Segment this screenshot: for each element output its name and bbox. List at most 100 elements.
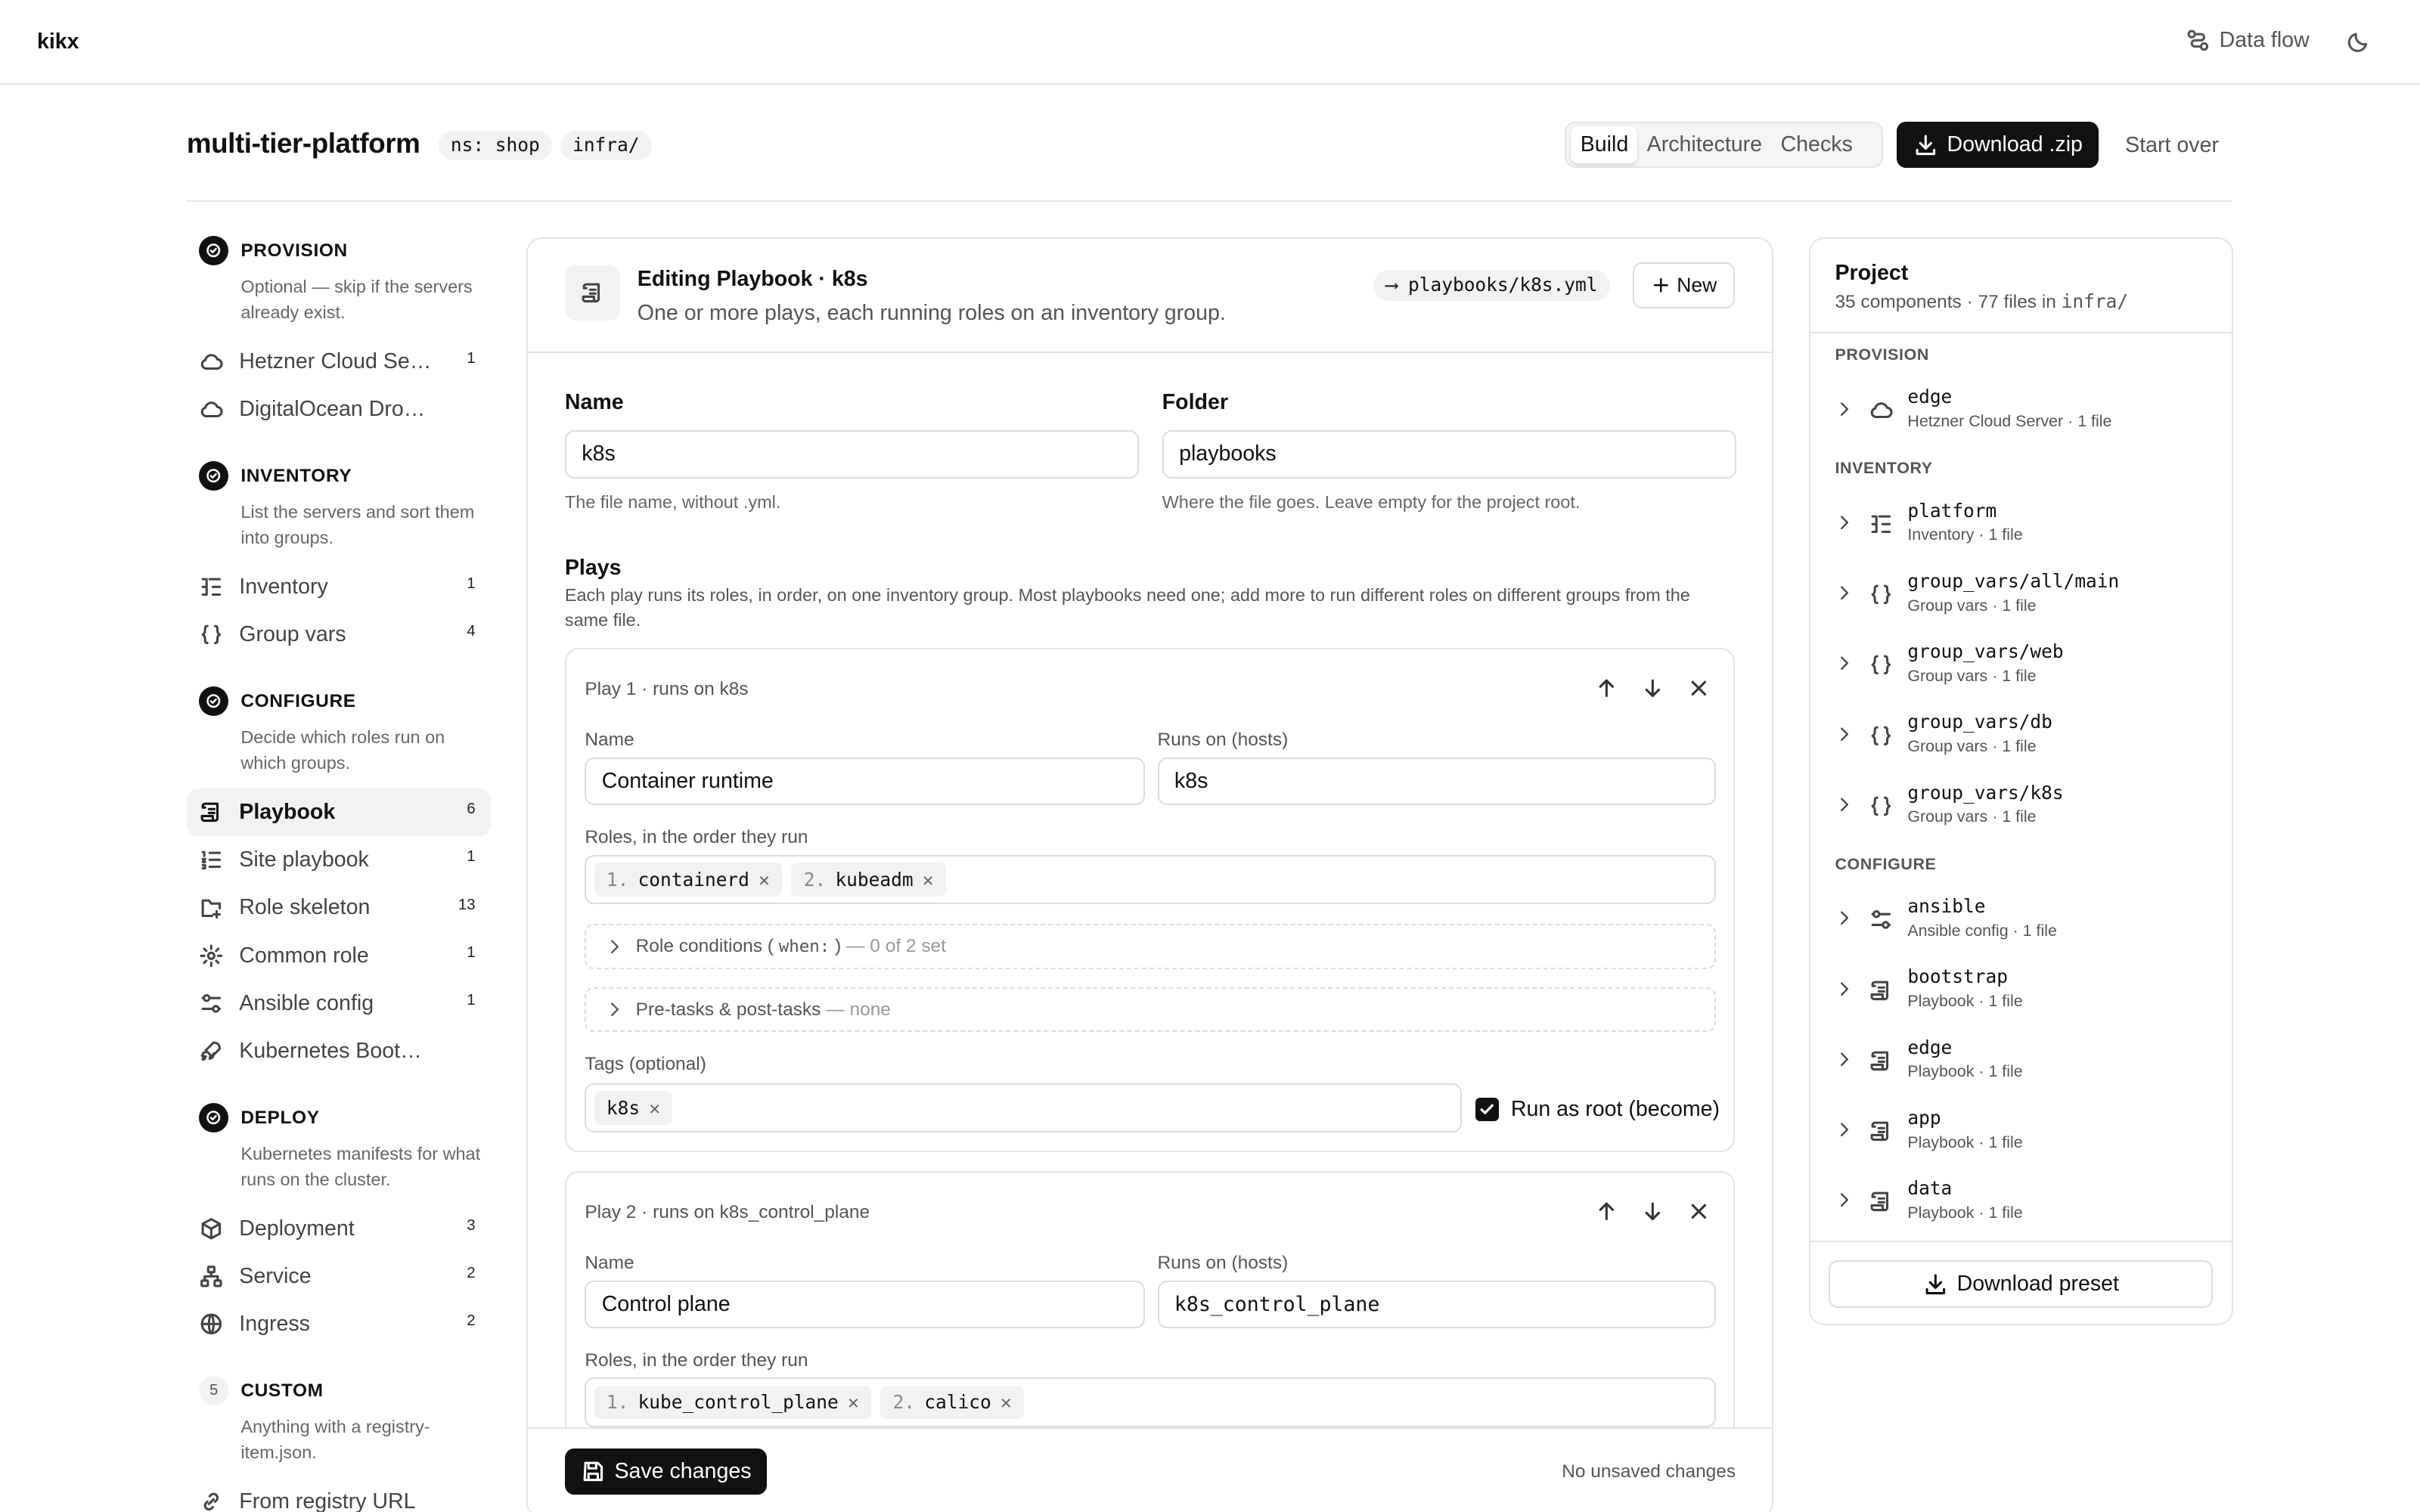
tab-checks[interactable]: Checks xyxy=(1771,126,1862,163)
roles-input[interactable]: 1. kube_control_plane ✕ 2. calico ✕ xyxy=(585,1377,1717,1427)
chevron-right-icon[interactable] xyxy=(1835,513,1853,531)
chevron-right-icon[interactable] xyxy=(1835,584,1853,602)
component-meta: Playbook · 1 file xyxy=(1907,1203,2023,1222)
chevron-right-icon[interactable] xyxy=(1835,1050,1853,1068)
component-name: group_vars/db xyxy=(1907,711,2052,733)
role-conditions-toggle[interactable]: Role conditions ( when: ) — 0 of 2 set xyxy=(585,924,1717,969)
component-item[interactable]: group_vars/all/main Group vars · 1 file xyxy=(1835,567,2213,629)
tab-architecture[interactable]: Architecture xyxy=(1637,126,1771,163)
component-item[interactable]: edge Hetzner Cloud Server · 1 file xyxy=(1835,383,2213,445)
component-item[interactable]: platform Inventory · 1 file xyxy=(1835,496,2213,558)
theme-toggle[interactable] xyxy=(2346,29,2371,54)
save-icon xyxy=(583,1462,603,1482)
role-chip: 2. kubeadm ✕ xyxy=(791,862,946,897)
component-item[interactable]: data Playbook · 1 file xyxy=(1835,1174,2213,1236)
component-item[interactable]: edge Playbook · 1 file xyxy=(1835,1033,2213,1095)
pre-post-tasks-toggle[interactable]: Pre-tasks & post-tasks — none xyxy=(585,987,1717,1033)
remove-icon[interactable]: ✕ xyxy=(848,1391,859,1413)
chevron-right-icon[interactable] xyxy=(1835,795,1853,813)
remove-icon[interactable]: ✕ xyxy=(759,869,770,891)
component-item[interactable]: ansible Ansible config · 1 file xyxy=(1835,892,2213,954)
start-over-button[interactable]: Start over xyxy=(2125,133,2219,158)
component-item[interactable]: group_vars/db Group vars · 1 file xyxy=(1835,708,2213,770)
section-configure: CONFIGURE xyxy=(187,682,491,725)
tab-build[interactable]: Build xyxy=(1571,126,1638,164)
close-icon[interactable] xyxy=(1686,676,1711,701)
arrow-up-icon[interactable] xyxy=(1594,1199,1619,1224)
save-changes-button[interactable]: Save changes xyxy=(564,1448,768,1495)
tags-input[interactable]: k8s ✕ xyxy=(585,1083,1462,1132)
sidebar-item-ansible-config[interactable]: Ansible config 1 xyxy=(187,980,491,1027)
sidebar-item-label: From registry URL xyxy=(239,1489,416,1512)
close-icon[interactable] xyxy=(1686,1199,1711,1224)
chevron-right-icon[interactable] xyxy=(1835,909,1853,927)
new-button[interactable]: New xyxy=(1633,262,1735,309)
sidebar-item-from-registry-url[interactable]: From registry URL xyxy=(187,1478,491,1512)
download-zip-button[interactable]: Download .zip xyxy=(1897,122,2099,169)
play-hosts-input[interactable]: k8s xyxy=(1157,757,1717,806)
project-panel-title: Project xyxy=(1835,260,1909,285)
folder-input[interactable]: playbooks xyxy=(1162,430,1736,479)
sidebar-item-digitalocean-droplet[interactable]: DigitalOcean Droplet xyxy=(187,386,491,433)
roles-input[interactable]: 1. containerd ✕ 2. kubeadm ✕ xyxy=(585,854,1717,904)
brand-logo[interactable]: kikx xyxy=(37,29,79,54)
arrow-down-icon[interactable] xyxy=(1640,676,1665,701)
rocket-icon xyxy=(200,1041,222,1061)
component-item[interactable]: group_vars/k8s Group vars · 1 file xyxy=(1835,779,2213,841)
sidebar-item-service[interactable]: Service 2 xyxy=(187,1253,491,1300)
cloud-icon xyxy=(200,401,223,418)
remove-icon[interactable]: ✕ xyxy=(1001,1391,1012,1413)
sidebar-item-common-role[interactable]: Common role 1 xyxy=(187,931,491,979)
save-changes-label: Save changes xyxy=(614,1459,752,1484)
sidebar-item-deployment[interactable]: Deployment 3 xyxy=(187,1205,491,1253)
sidebar-item-label: Playbook xyxy=(239,799,336,824)
sidebar-item-inventory[interactable]: Inventory 1 xyxy=(187,563,491,611)
sidebar-item-kubernetes-bootstrap[interactable]: Kubernetes Bootstrap xyxy=(187,1027,491,1075)
sidebar-item-label: Deployment xyxy=(239,1216,355,1241)
become-checkbox[interactable]: Run as root (become) xyxy=(1475,1097,1720,1122)
component-name: edge xyxy=(1907,386,1953,408)
plays-title: Plays xyxy=(564,555,622,580)
role-chip: 1. kube_control_plane ✕ xyxy=(594,1385,872,1420)
sidebar-item-site-playbook[interactable]: Site playbook 1 xyxy=(187,836,491,884)
component-item[interactable]: group_vars/web Group vars · 1 file xyxy=(1835,637,2213,699)
component-name: ansible xyxy=(1907,895,1986,918)
chevron-right-icon[interactable] xyxy=(1835,1120,1853,1139)
play-name-input[interactable]: Control plane xyxy=(585,1280,1146,1329)
component-item[interactable]: app Playbook · 1 file xyxy=(1835,1104,2213,1166)
data-flow-link[interactable]: Data flow xyxy=(2186,28,2310,53)
check-circle-icon xyxy=(199,461,228,491)
playbook-editor: Editing Playbook · k8s One or more plays… xyxy=(526,237,1773,1512)
sidebar-item-label: Role skeleton xyxy=(239,895,371,920)
play-hosts-input[interactable]: k8s_control_plane xyxy=(1157,1280,1717,1329)
chevron-right-icon[interactable] xyxy=(1835,1191,1853,1209)
component-item[interactable]: bootstrap Playbook · 1 file xyxy=(1835,962,2213,1024)
checkbox-checked-icon[interactable] xyxy=(1475,1098,1499,1121)
sidebar-item-group-vars[interactable]: Group vars 4 xyxy=(187,611,491,658)
folder-label: Folder xyxy=(1162,390,1228,415)
download-preset-button[interactable]: Download preset xyxy=(1829,1260,2214,1309)
sidebar-item-playbook[interactable]: Playbook 6 xyxy=(186,788,491,836)
sidebar-item-label: Site playbook xyxy=(239,847,369,872)
save-bar: Save changes No unsaved changes xyxy=(527,1427,1772,1512)
remove-icon[interactable]: ✕ xyxy=(923,869,934,891)
section-description: Optional — skip if the servers already e… xyxy=(240,277,473,322)
tree-list-icon xyxy=(201,578,222,596)
arrow-down-icon[interactable] xyxy=(1640,1199,1665,1224)
section-title: DEPLOY xyxy=(240,1108,320,1129)
sidebar-item-hetzner-cloud-server[interactable]: Hetzner Cloud Server 1 xyxy=(187,338,491,386)
sidebar-item-role-skeleton[interactable]: Role skeleton 13 xyxy=(187,884,491,931)
chevron-right-icon[interactable] xyxy=(1835,400,1853,418)
arrow-up-icon[interactable] xyxy=(1594,676,1619,701)
editor-title: Editing Playbook · k8s xyxy=(637,267,868,292)
name-input[interactable]: k8s xyxy=(564,430,1140,479)
chevron-right-icon[interactable] xyxy=(1835,654,1853,672)
chevron-right-icon[interactable] xyxy=(1835,725,1853,743)
sidebar-item-ingress[interactable]: Ingress 2 xyxy=(187,1300,491,1348)
chevron-right-icon[interactable] xyxy=(1835,980,1853,998)
play-name-input[interactable]: Container runtime xyxy=(585,757,1146,806)
remove-icon[interactable]: ✕ xyxy=(649,1097,660,1119)
item-count: 1 xyxy=(467,350,476,367)
moon-icon xyxy=(2347,33,2368,52)
scroll-icon xyxy=(1870,1121,1889,1142)
